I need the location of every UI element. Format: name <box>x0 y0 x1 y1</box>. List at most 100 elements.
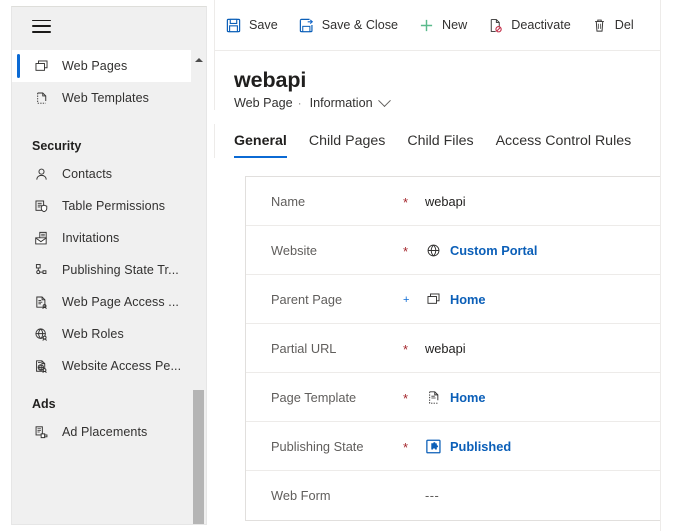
no-marker <box>403 495 425 497</box>
sidebar-item-web-templates[interactable]: Web Templates <box>12 82 206 114</box>
deactivate-icon <box>487 17 504 34</box>
sidebar-scrollbar[interactable] <box>191 45 206 524</box>
field-value-text: webapi <box>425 340 466 356</box>
web-templates-icon <box>32 89 50 107</box>
save-and-close-icon <box>298 17 315 34</box>
form-selector-label: Information <box>309 96 373 110</box>
page-template-icon <box>425 389 442 406</box>
sidebar-item-table-permissions[interactable]: Table Permissions <box>12 190 206 222</box>
form-field-row: Web Form --- <box>246 471 660 520</box>
contact-person-icon <box>32 165 50 183</box>
sidebar-item-label: Website Access Pe... <box>62 359 182 373</box>
field-value[interactable]: Custom Portal <box>425 242 537 259</box>
form-field-row: Parent Page + Home <box>246 275 660 324</box>
sidebar-item-label: Invitations <box>62 231 120 245</box>
sidebar-group-security: Security <box>32 139 82 153</box>
field-value-text: Home <box>450 291 486 307</box>
sidebar-item-label: Web Templates <box>62 91 149 105</box>
required-marker: * <box>403 243 409 259</box>
hamburger-icon[interactable] <box>32 19 51 33</box>
sidebar-item-invitations[interactable]: Invitations <box>12 222 206 254</box>
breadcrumb: Web Page · Information <box>234 93 660 110</box>
sidebar-item-web-roles[interactable]: Web Roles <box>12 318 206 350</box>
tab-access-control-rules[interactable]: Access Control Rules <box>496 133 632 158</box>
plus-new-icon <box>418 17 435 34</box>
publishing-state-badge <box>425 438 442 455</box>
command-label: Save & Close <box>321 18 399 32</box>
sidebar-item-ad-placements[interactable]: Ad Placements <box>12 416 206 448</box>
left-navigation-sidebar: Web Pages Web Templates Security Contacts Ta… <box>11 6 207 525</box>
breadcrumb-separator: · <box>297 96 302 110</box>
field-value-text: --- <box>425 488 440 503</box>
field-label: Partial URL <box>271 340 337 356</box>
new-button[interactable]: New <box>408 5 477 45</box>
general-tab-form: Name * webapi Website * Custom Portal Parent P… <box>245 176 660 521</box>
form-selector[interactable]: Information <box>309 93 391 110</box>
del-button[interactable]: Del <box>581 5 644 45</box>
field-label: Page Template <box>271 389 357 405</box>
required-marker: * <box>403 341 409 357</box>
table-permissions-icon <box>32 197 50 215</box>
save-close-button[interactable]: Save & Close <box>288 5 408 45</box>
save-floppy-icon <box>225 17 242 34</box>
sidebar-item-publishing-state-tr[interactable]: Publishing State Tr... <box>12 254 206 286</box>
required-marker: * <box>403 390 409 406</box>
command-label: Del <box>614 18 634 32</box>
field-value-text: Published <box>450 438 512 454</box>
field-label: Parent Page <box>271 291 343 307</box>
field-label: Publishing State <box>271 438 364 454</box>
web-roles-globe-icon <box>32 325 50 343</box>
command-label: Deactivate <box>511 18 571 32</box>
scroll-up-arrow-icon[interactable] <box>191 54 206 66</box>
command-label: New <box>442 18 468 32</box>
sidebar-group-ads: Ads <box>32 397 56 411</box>
field-label: Name <box>271 193 306 209</box>
field-label: Website <box>271 242 317 258</box>
sidebar-item-web-page-access[interactable]: Web Page Access ... <box>12 286 206 318</box>
field-value[interactable]: --- <box>425 488 439 503</box>
save-button[interactable]: Save <box>215 5 288 45</box>
sidebar-item-web-pages[interactable]: Web Pages <box>12 50 206 82</box>
field-value[interactable]: Home <box>425 389 486 406</box>
command-label: Save <box>249 18 278 32</box>
field-value-text: Home <box>450 389 486 405</box>
tab-general[interactable]: General <box>234 133 287 158</box>
sidebar-item-contacts[interactable]: Contacts <box>12 158 206 190</box>
form-field-row: Name * webapi <box>246 177 660 226</box>
command-bar: Save Save & Close New Deactivate Del <box>214 0 660 51</box>
sidebar-nav-list: Web Pages Web Templates Security Contacts Ta… <box>12 45 206 448</box>
web-pages-icon <box>425 291 442 308</box>
sidebar-item-website-access-pe[interactable]: Website Access Pe... <box>12 350 206 382</box>
field-label: Web Form <box>271 488 331 503</box>
ad-placements-icon <box>32 423 50 441</box>
form-tab-strip: General Child Pages Child Files Access Cont… <box>214 124 660 158</box>
tab-child-pages[interactable]: Child Pages <box>309 133 386 158</box>
deactivate-button[interactable]: Deactivate <box>477 5 581 45</box>
sidebar-scrollbar-thumb[interactable] <box>193 390 204 524</box>
app-window: Web Pages Web Templates Security Contacts Ta… <box>0 0 677 531</box>
sidebar-item-label: Publishing State Tr... <box>62 263 179 277</box>
field-value[interactable]: Published <box>425 438 511 455</box>
field-value-text: Custom Portal <box>450 242 538 258</box>
sidebar-item-label: Table Permissions <box>62 199 166 213</box>
website-access-icon <box>32 357 50 375</box>
field-value-text: webapi <box>425 193 466 209</box>
invitations-envelope-icon <box>32 229 50 247</box>
form-field-row: Partial URL * webapi <box>246 324 660 373</box>
sidebar-item-label: Web Roles <box>62 327 124 341</box>
entity-name-label: Web Page <box>234 96 293 110</box>
web-pages-icon <box>32 57 50 75</box>
required-marker: * <box>403 439 409 455</box>
required-marker: * <box>403 194 409 210</box>
field-value[interactable]: Home <box>425 291 486 308</box>
sidebar-item-label: Web Page Access ... <box>62 295 180 309</box>
globe-icon <box>425 242 442 259</box>
sidebar-item-label: Ad Placements <box>62 425 148 439</box>
form-field-row: Page Template * Home <box>246 373 660 422</box>
tab-child-files[interactable]: Child Files <box>407 133 473 158</box>
field-value[interactable]: webapi <box>425 194 466 209</box>
record-header: webapi Web Page · Information <box>214 51 660 110</box>
sidebar-item-label: Contacts <box>62 167 113 181</box>
chevron-down-icon <box>377 93 391 107</box>
field-value[interactable]: webapi <box>425 341 466 356</box>
